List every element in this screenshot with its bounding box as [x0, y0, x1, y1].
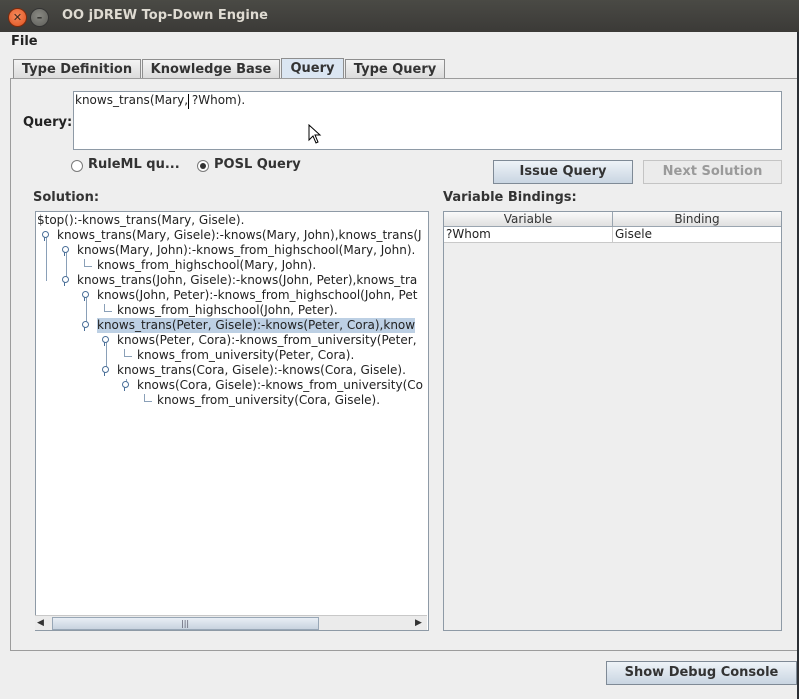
tree-expand-icon[interactable] — [101, 336, 109, 346]
tab-knowledge-base[interactable]: Knowledge Base — [142, 59, 280, 79]
tree-node[interactable]: knows(Peter, Cora):-knows_from_universit… — [117, 333, 417, 348]
tree-expand-icon[interactable] — [101, 366, 109, 376]
tree-leaf[interactable]: knows_from_highschool(John, Peter). — [117, 303, 338, 318]
variable-bindings-table[interactable]: Variable Binding ?Whom Gisele — [443, 211, 782, 631]
variable-bindings-label: Variable Bindings: — [443, 190, 577, 205]
tree-node[interactable]: knows(Cora, Gisele):-knows_from_universi… — [137, 378, 423, 393]
query-input[interactable]: knows_trans(Mary, ?Whom). — [73, 91, 782, 150]
tree-expand-icon[interactable] — [61, 246, 69, 256]
scroll-right-arrow-icon[interactable]: ▶ — [415, 618, 425, 628]
menu-bar: File — [0, 32, 799, 52]
table-cell-variable[interactable]: ?Whom — [444, 227, 613, 243]
show-debug-console-button[interactable]: Show Debug Console — [606, 661, 797, 685]
ruleml-query-label[interactable]: RuleML qu... — [88, 157, 180, 172]
tree-node[interactable]: $top():-knows_trans(Mary, Gisele). — [37, 213, 244, 228]
minimize-window-button[interactable]: – — [30, 8, 49, 27]
close-window-button[interactable]: ✕ — [8, 8, 27, 27]
scrollbar-thumb[interactable]: ||| — [52, 617, 319, 630]
main-window: File Type Definition Knowledge Base Quer… — [0, 32, 799, 699]
table-cell-binding[interactable]: Gisele — [613, 227, 781, 243]
window-title: OO jDREW Top-Down Engine — [62, 8, 268, 23]
menu-file[interactable]: File — [11, 34, 38, 49]
close-icon: ✕ — [12, 11, 23, 24]
issue-query-button[interactable]: Issue Query — [493, 160, 633, 184]
posl-query-label[interactable]: POSL Query — [214, 157, 301, 172]
posl-query-radio[interactable] — [197, 160, 209, 172]
tree-expand-icon[interactable] — [41, 231, 49, 241]
solution-tree[interactable]: $top():-knows_trans(Mary, Gisele). knows… — [35, 211, 429, 631]
tree-leaf[interactable]: knows_from_highschool(Mary, John). — [97, 258, 316, 273]
tree-node[interactable]: knows_trans(Cora, Gisele):-knows(Cora, G… — [117, 363, 406, 378]
tree-leaf[interactable]: knows_from_university(Cora, Gisele). — [157, 393, 380, 408]
tree-node[interactable]: knows_trans(John, Gisele):-knows(John, P… — [77, 273, 417, 288]
text-caret — [188, 94, 189, 109]
column-header-variable[interactable]: Variable — [444, 212, 613, 227]
tab-query[interactable]: Query — [281, 58, 344, 79]
tree-expand-icon[interactable] — [81, 291, 89, 301]
tree-node[interactable]: knows_trans(Mary, Gisele):-knows(Mary, J… — [57, 228, 422, 243]
next-solution-button[interactable]: Next Solution — [643, 160, 782, 184]
tab-type-query[interactable]: Type Query — [345, 59, 445, 79]
tree-expand-icon[interactable] — [61, 276, 69, 286]
minimize-icon: – — [36, 11, 43, 24]
mouse-pointer-icon — [308, 124, 322, 144]
query-label: Query: — [23, 115, 73, 130]
tab-type-definition[interactable]: Type Definition — [13, 59, 141, 79]
tree-leaf[interactable]: knows_from_university(Peter, Cora). — [137, 348, 354, 363]
tree-node[interactable]: knows(Mary, John):-knows_from_highschool… — [77, 243, 415, 258]
tree-expand-icon[interactable] — [81, 321, 89, 331]
title-bar[interactable]: ✕ – OO jDREW Top-Down Engine — [0, 0, 799, 32]
query-input-text: knows_trans(Mary, ?Whom). — [75, 93, 246, 107]
ruleml-query-radio[interactable] — [71, 160, 83, 172]
column-header-binding[interactable]: Binding — [613, 212, 781, 227]
tree-node[interactable]: knows(John, Peter):-knows_from_highschoo… — [97, 288, 417, 303]
grip-icon: ||| — [181, 619, 190, 628]
tree-expand-icon[interactable] — [121, 381, 129, 391]
horizontal-scrollbar[interactable]: ◀ ||| ▶ — [35, 615, 427, 630]
scroll-left-arrow-icon[interactable]: ◀ — [37, 618, 47, 628]
tree-node-selected[interactable]: knows_trans(Peter, Gisele):-knows(Peter,… — [97, 318, 416, 333]
solution-label: Solution: — [33, 190, 100, 205]
